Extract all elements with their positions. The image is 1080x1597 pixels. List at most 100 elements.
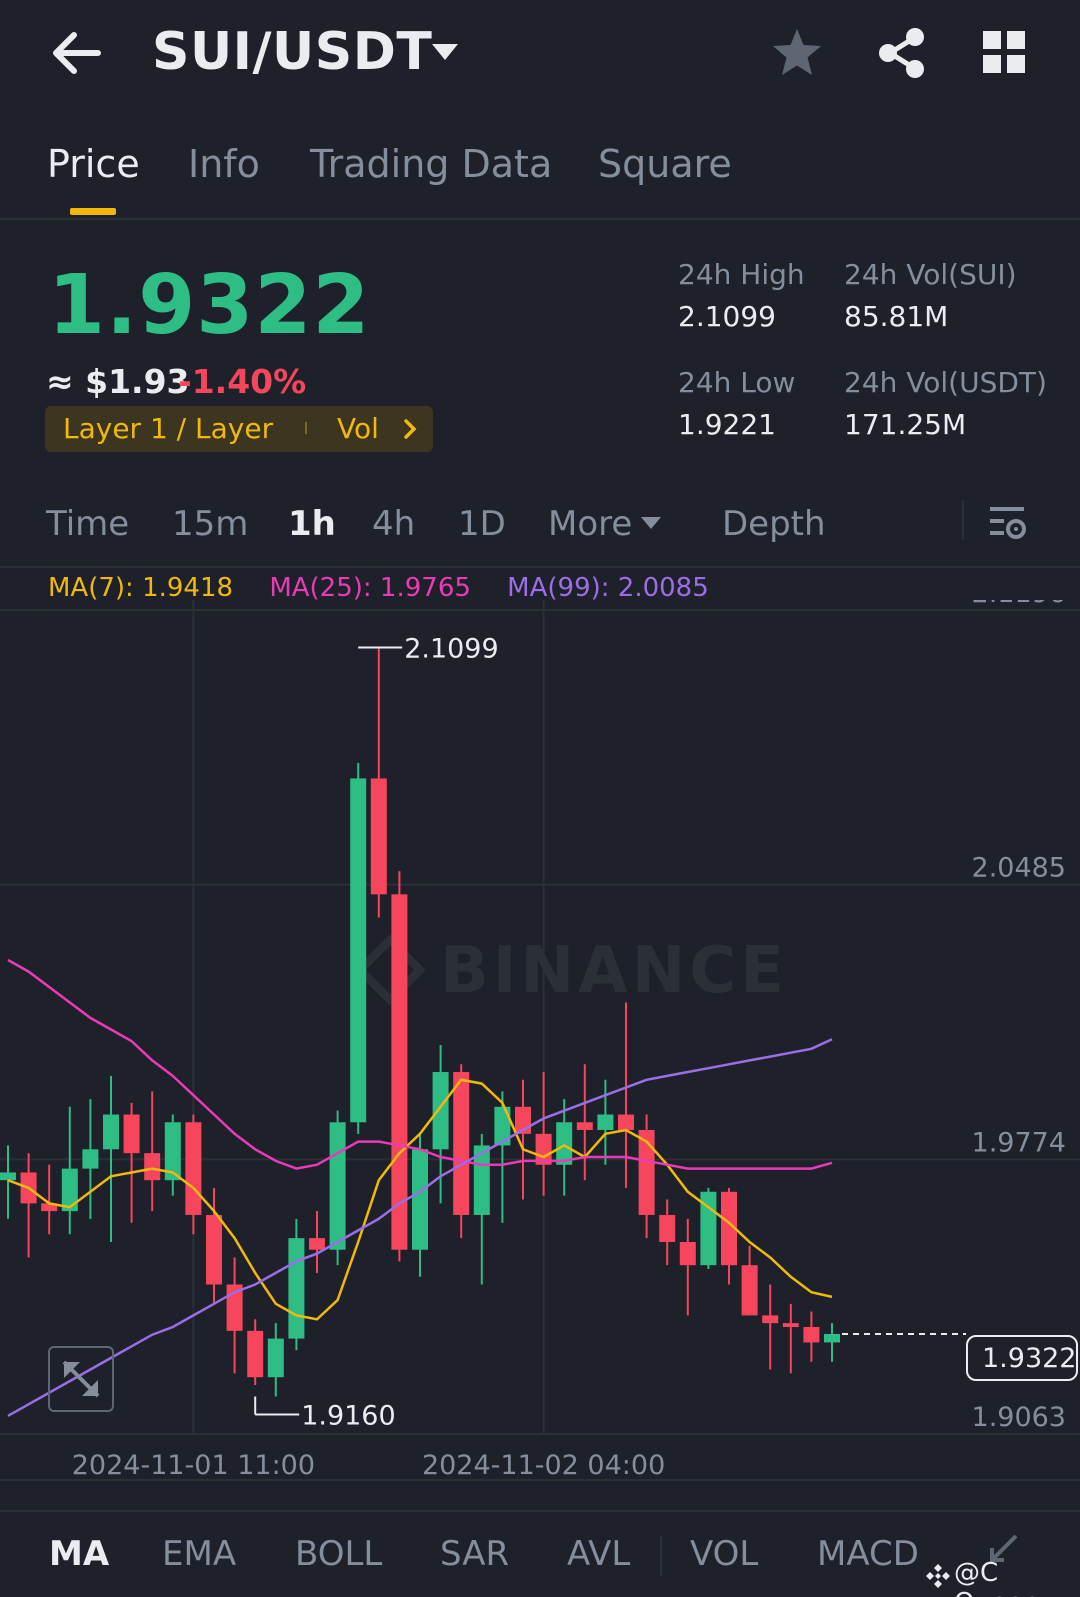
low-24h-value: 1.9221 xyxy=(678,408,776,441)
tab-info[interactable]: Info xyxy=(188,142,260,186)
timeframe-time[interactable]: Time xyxy=(46,504,129,544)
candle-body xyxy=(576,1122,593,1130)
candle-body xyxy=(679,1242,696,1266)
candle-body xyxy=(185,1122,202,1215)
chart-settings-icon[interactable] xyxy=(988,504,1028,542)
ma7-label: MA(7): 1.9418 xyxy=(48,573,234,603)
y-tick-label: 1.9063 xyxy=(972,1402,1066,1433)
price-change-percent: -1.40% xyxy=(178,362,307,401)
binance-watermark: BINANCE xyxy=(440,934,788,1008)
tag-divider xyxy=(305,422,307,434)
last-price: 1.9322 xyxy=(48,258,371,353)
ma-legend: MA(7): 1.9418 MA(25): 1.9765 MA(99): 2.0… xyxy=(48,573,737,603)
y-tick-label: 2.1196 xyxy=(972,600,1066,609)
candle-body xyxy=(247,1330,264,1378)
star-icon[interactable] xyxy=(770,26,824,80)
page-tabs: Price Info Trading Data Square xyxy=(0,128,1080,220)
binance-logo-icon xyxy=(926,1564,950,1588)
x-tick-label: 2024-11-02 04:00 xyxy=(422,1450,665,1481)
timeframe-15m[interactable]: 15m xyxy=(172,504,248,544)
high-annotation-label: 2.1099 xyxy=(404,633,498,664)
grid-icon[interactable] xyxy=(982,30,1026,74)
credit-label: @C Queen xyxy=(954,1558,1039,1597)
vol-base-label: 24h Vol(SUI) xyxy=(844,258,1017,291)
timeframe-more[interactable]: More xyxy=(548,504,632,544)
candle-body xyxy=(597,1114,614,1130)
candle-body xyxy=(309,1238,325,1250)
candle-body xyxy=(659,1214,676,1243)
candle-body xyxy=(741,1265,758,1316)
candle-body xyxy=(432,1072,449,1150)
high-24h-label: 24h High xyxy=(678,258,805,291)
candle-body xyxy=(123,1114,140,1154)
candle-body xyxy=(824,1333,840,1343)
candle-body xyxy=(206,1214,222,1285)
category-tag-vol: Vol xyxy=(337,412,379,445)
candle-body xyxy=(762,1315,779,1324)
timeframe-bar: Time 15m 1h 4h 1D More Depth xyxy=(0,492,1080,568)
indicator-bar: MA EMA BOLL SAR AVL VOL MACD xyxy=(0,1510,1080,1597)
candle-body xyxy=(267,1338,284,1378)
depth-tab[interactable]: Depth xyxy=(722,504,826,544)
candle-body xyxy=(61,1168,78,1212)
indicator-sar[interactable]: SAR xyxy=(440,1534,509,1574)
candle-body xyxy=(782,1323,799,1327)
back-arrow-icon[interactable] xyxy=(48,28,104,78)
candle-body xyxy=(329,1122,346,1250)
ma25-label: MA(25): 1.9765 xyxy=(269,573,471,603)
tab-square[interactable]: Square xyxy=(598,142,732,186)
timebar-divider xyxy=(962,500,964,540)
vol-quote-label: 24h Vol(USDT) xyxy=(844,366,1047,399)
category-tag[interactable]: Layer 1 / Layer Vol xyxy=(45,406,433,452)
candle-body xyxy=(144,1153,161,1181)
candle-body xyxy=(0,1172,16,1181)
timeframe-4h[interactable]: 4h xyxy=(372,504,415,544)
vol-base-value: 85.81M xyxy=(844,300,949,333)
category-tag-label: Layer 1 / Layer xyxy=(63,412,274,445)
tab-trading-data[interactable]: Trading Data xyxy=(310,142,552,186)
share-icon[interactable] xyxy=(876,26,928,80)
tab-price[interactable]: Price xyxy=(47,142,140,186)
candle-body xyxy=(350,778,367,1123)
usd-price: ≈ $1.93 xyxy=(46,362,190,401)
indicator-ma[interactable]: MA xyxy=(49,1534,109,1574)
candle-body xyxy=(556,1122,573,1165)
chart-canvas[interactable]: 2.1196 2.0485 1.9774 1.9063 2024-11-01 11:00… xyxy=(0,600,1080,1510)
pair-title[interactable]: SUI/USDT xyxy=(152,22,432,82)
candle-body xyxy=(103,1114,119,1150)
header-bar: SUI/USDT xyxy=(0,0,1080,105)
candle-body xyxy=(288,1238,305,1339)
candle-body xyxy=(391,894,408,1250)
indicator-avl[interactable]: AVL xyxy=(567,1534,630,1574)
expand-icon xyxy=(62,1360,100,1398)
indicator-boll[interactable]: BOLL xyxy=(295,1534,382,1574)
caret-down-icon[interactable] xyxy=(430,42,460,62)
timeframe-1h[interactable]: 1h xyxy=(288,504,336,544)
current-price-tag: 1.9322 xyxy=(966,1335,1078,1381)
watermark-logo xyxy=(354,934,426,1006)
candlestick-chart[interactable]: 2.1196 2.0485 1.9774 1.9063 2024-11-01 11:00… xyxy=(0,600,1080,1510)
x-tick-label: 2024-11-01 11:00 xyxy=(72,1450,315,1481)
timeframe-1d[interactable]: 1D xyxy=(458,504,506,544)
candle-body xyxy=(82,1149,99,1169)
indicator-divider xyxy=(660,1536,662,1576)
indicator-ema[interactable]: EMA xyxy=(162,1534,236,1574)
low-annotation-label: 1.9160 xyxy=(301,1401,395,1432)
high-24h-value: 2.1099 xyxy=(678,300,776,333)
indicator-macd[interactable]: MACD xyxy=(817,1534,919,1574)
y-tick-label: 2.0485 xyxy=(972,853,1066,884)
candle-body xyxy=(412,1149,428,1250)
vol-quote-value: 171.25M xyxy=(844,408,967,441)
active-tab-indicator xyxy=(70,208,116,215)
expand-chart-button[interactable] xyxy=(48,1346,114,1412)
candle-body xyxy=(803,1326,820,1343)
low-24h-label: 24h Low xyxy=(678,366,796,399)
current-price-tag-value: 1.9322 xyxy=(982,1343,1077,1374)
indicator-vol[interactable]: VOL xyxy=(690,1534,758,1574)
candle-body xyxy=(618,1114,634,1130)
chevron-right-icon xyxy=(404,419,417,439)
candle-body xyxy=(453,1072,470,1215)
caret-down-icon[interactable] xyxy=(640,516,662,530)
candle-body xyxy=(370,778,387,895)
y-tick-label: 1.9774 xyxy=(972,1127,1066,1158)
